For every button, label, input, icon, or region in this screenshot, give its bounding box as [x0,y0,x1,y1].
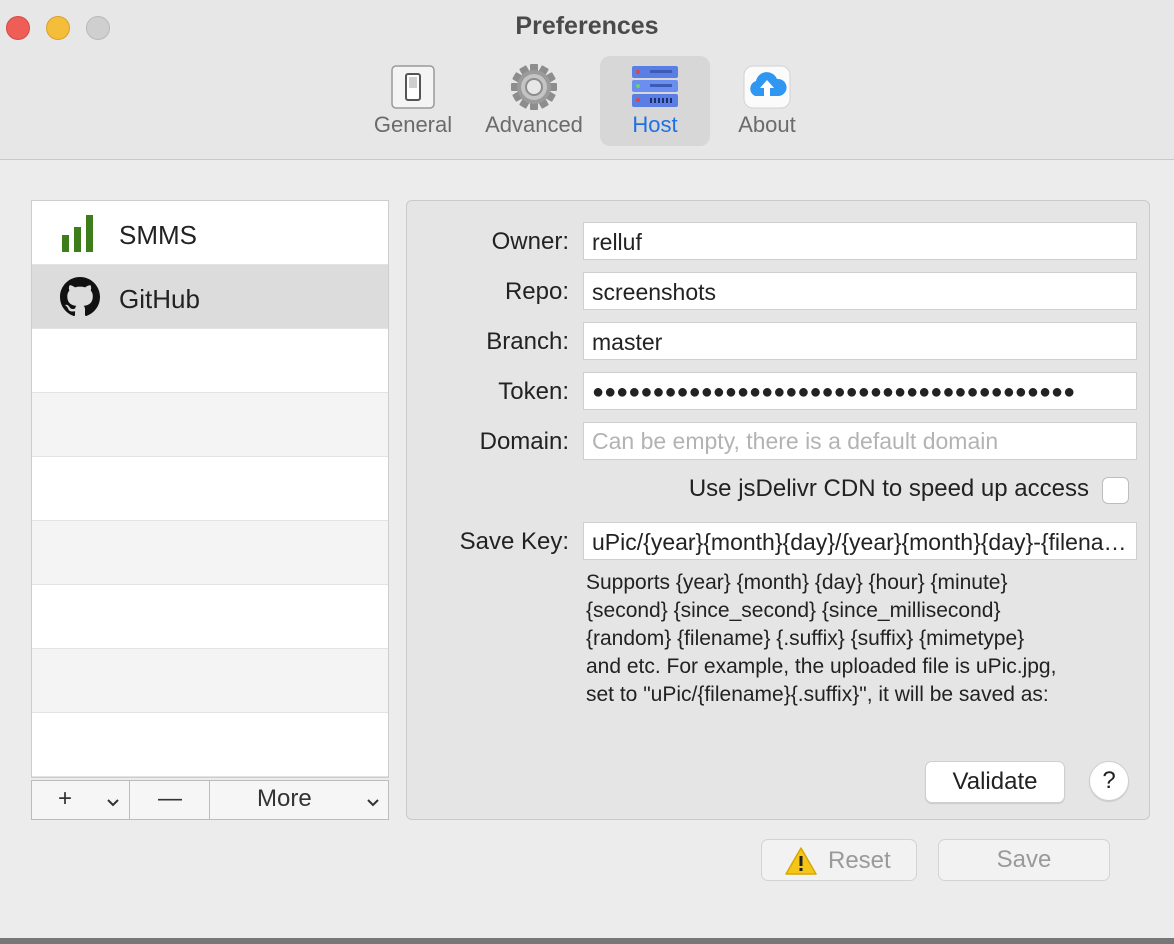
more-label: More [257,785,312,812]
preferences-window: Preferences General Advanced Host About … [0,0,1174,944]
chevron-down-icon [364,790,382,808]
window-title: Preferences [515,12,659,40]
bar-chart-icon [59,213,101,253]
help-line: and etc. For example, the uploaded file … [586,655,1057,678]
help-line: Supports {year} {month} {day} {hour} {mi… [586,571,1008,594]
tab-host[interactable]: Host [600,56,710,146]
plus-icon: + [58,785,73,812]
repo-row: Repo: screenshots [407,272,1151,312]
github-icon [59,277,101,317]
tab-about-label: About [738,112,796,137]
github-settings-panel: Owner: relluf Repo: screenshots Branch: … [406,200,1150,820]
reset-button[interactable]: Reset [761,839,917,881]
owner-row: Owner: relluf [407,222,1151,262]
save-key-help-text: Supports {year} {month} {day} {hour} {mi… [586,569,1142,709]
help-line: {random} {filename} {.suffix} {suffix} {… [586,627,1025,650]
empty-row [32,649,388,713]
help-line: set to "uPic/{filename}{.suffix}", it wi… [586,683,1049,706]
tab-general[interactable]: General [360,56,466,146]
tab-about[interactable]: About [720,56,814,146]
tab-advanced[interactable]: Advanced [476,56,592,146]
minus-icon: — [158,785,182,812]
tab-host-label: Host [632,112,678,137]
repo-field[interactable]: screenshots [583,272,1137,310]
warning-icon [784,846,818,876]
repo-label: Repo: [504,278,569,305]
empty-row [32,713,388,777]
cdn-label: Use jsDelivr CDN to speed up access [688,475,1089,502]
cdn-row: Use jsDelivr CDN to speed up access [613,473,1133,507]
add-host-button[interactable]: + [32,781,130,819]
empty-row [32,457,388,521]
save-key-row: Save Key: uPic/{year}{month}{day}/{year}… [407,522,1151,562]
host-list-toolbar: + — More [31,780,389,820]
save-key-label: Save Key: [459,528,569,555]
empty-row [32,393,388,457]
token-row: Token: ●●●●●●●●●●●●●●●●●●●●●●●●●●●●●●●●●… [407,372,1151,412]
help-line: {second} {since_second} {since_milliseco… [586,599,1001,622]
owner-label: Owner: [491,228,569,255]
host-item-label: GitHub [119,284,200,314]
token-field[interactable]: ●●●●●●●●●●●●●●●●●●●●●●●●●●●●●●●●●●●●●●●● [583,372,1137,410]
owner-field[interactable]: relluf [583,222,1137,260]
more-menu-button[interactable]: More [210,781,388,819]
help-button[interactable]: ? [1089,761,1129,801]
host-list: SMMS GitHub [31,200,389,778]
gear-icon [509,64,559,110]
tab-advanced-label: Advanced [485,112,583,137]
title-bar: Preferences General Advanced Host About [0,0,1174,160]
server-icon [630,64,680,110]
validate-button[interactable]: Validate [925,761,1065,803]
host-item-label: SMMS [119,220,197,250]
domain-field[interactable] [583,422,1137,460]
empty-row [32,329,388,393]
domain-row: Domain: [407,422,1151,462]
host-item-smms[interactable]: SMMS [32,201,388,265]
remove-host-button[interactable]: — [130,781,210,819]
host-item-github[interactable]: GitHub [32,265,388,329]
tab-general-label: General [373,112,453,137]
domain-label: Domain: [479,428,569,455]
branch-row: Branch: master [407,322,1151,362]
empty-row [32,521,388,585]
reset-label: Reset [828,847,891,874]
empty-row [32,585,388,649]
token-label: Token: [498,378,569,405]
cdn-checkbox[interactable] [1102,477,1129,504]
branch-label: Branch: [486,328,569,355]
chevron-down-icon [104,790,122,808]
save-button[interactable]: Save [938,839,1110,881]
cloud-upload-icon [742,64,792,110]
switch-icon [388,64,438,110]
desktop-background [0,938,1174,944]
branch-field[interactable]: master [583,322,1137,360]
save-key-field[interactable]: uPic/{year}{month}{day}/{year}{month}{da… [583,522,1137,560]
